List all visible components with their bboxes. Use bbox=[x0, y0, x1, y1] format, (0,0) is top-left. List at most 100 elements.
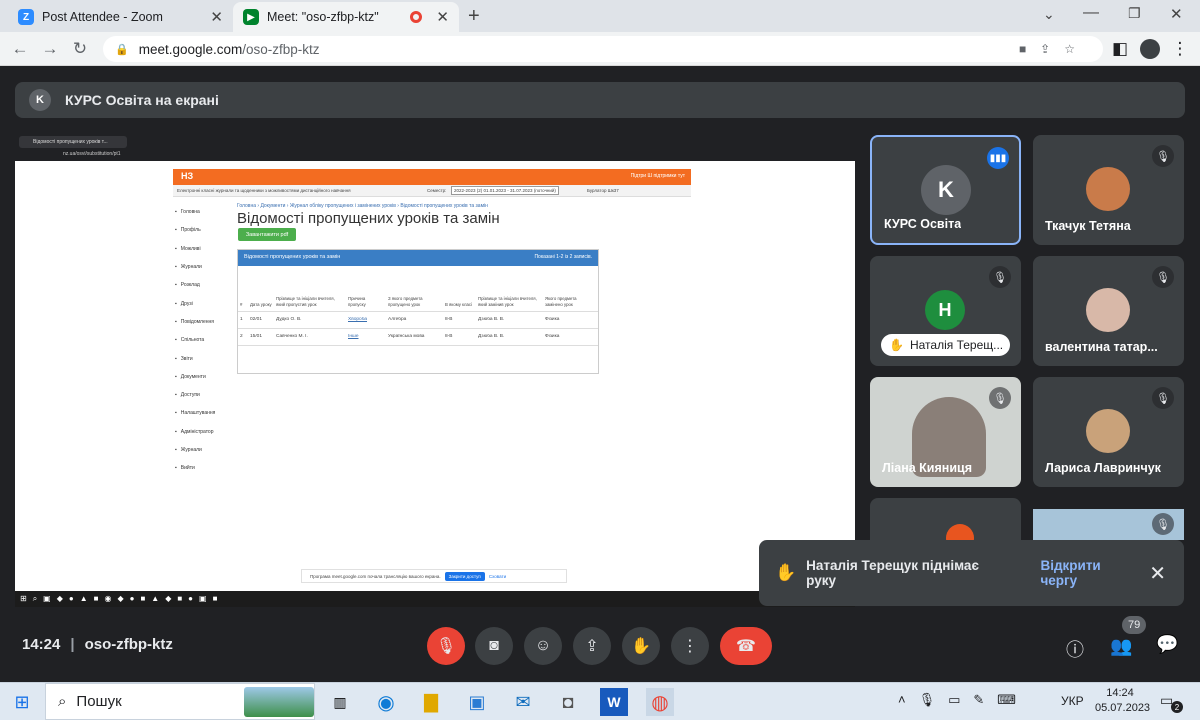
recording-icon bbox=[410, 11, 423, 23]
nz-sidebar-item: ▪ Звіти bbox=[175, 349, 233, 367]
word-icon[interactable]: W bbox=[600, 688, 628, 716]
back-icon[interactable]: ← bbox=[8, 37, 32, 61]
side-panel-icon[interactable]: ◧ bbox=[1108, 37, 1132, 61]
more-options-button[interactable]: ⋮ bbox=[671, 627, 709, 665]
semester-select: 2022-2023 (2) 01.01.2023 - 31.07.2023 (п… bbox=[451, 186, 559, 195]
nz-sidebar-item: ▪ Можливі bbox=[175, 240, 233, 258]
new-tab-icon[interactable]: + bbox=[468, 5, 480, 28]
meet-controls-bar: 14:24 | oso-zfbp-ktz 🎙 ◙ ☺ ⇪ ✋ ⋮ ☎ ⓘ 👥 7… bbox=[0, 616, 1200, 676]
close-icon[interactable]: ✕ bbox=[1149, 561, 1166, 586]
minimize-icon[interactable]: — bbox=[1083, 4, 1099, 22]
taskbar-search[interactable]: ⌕ Пошук bbox=[45, 683, 315, 720]
nz-column-header: Дата уроку bbox=[250, 302, 272, 307]
nz-column-header: Прізвище та ініціали вчителя, який пропу… bbox=[276, 296, 335, 307]
nz-sidebar-item: ▪ Налаштування bbox=[175, 404, 233, 422]
participant-tile[interactable]: K ▮▮▮ КУРС Освіта bbox=[870, 135, 1021, 245]
nz-table-cell: Інше bbox=[348, 334, 359, 339]
hand-icon: ✋ bbox=[889, 338, 904, 352]
address-bar[interactable]: 🔒 meet.google.com/oso-zfbp-ktz ■⇪☆ bbox=[103, 36, 1103, 62]
participant-name: КУРС Освіта bbox=[884, 217, 962, 231]
mic-off-icon: 🎙 bbox=[1152, 145, 1174, 167]
nz-menu-icon: ▪ bbox=[175, 318, 177, 325]
tab-search-icon[interactable]: ⌄ bbox=[1043, 6, 1055, 23]
present-icon: ⇪ bbox=[585, 638, 599, 655]
nz-sidebar-label: Адміністратор bbox=[180, 428, 214, 435]
raised-hand-badge: ✋ Наталія Терещ... bbox=[881, 334, 1010, 356]
participant-tile[interactable]: 🎙 bbox=[1033, 509, 1184, 540]
mail-icon[interactable]: ✉ bbox=[509, 688, 537, 716]
leave-call-button[interactable]: ☎ bbox=[720, 627, 772, 665]
nz-sidebar-item: ▪ Документи bbox=[175, 368, 233, 386]
nz-sidebar-item: ▪ Журнали bbox=[175, 441, 233, 459]
nz-menu-icon: ▪ bbox=[175, 465, 177, 472]
people-icon[interactable]: 👥 bbox=[1110, 636, 1132, 657]
window-close-icon[interactable]: ✕ bbox=[1170, 5, 1183, 23]
chat-icon[interactable]: 💬 bbox=[1156, 634, 1178, 655]
info-icon[interactable]: ⓘ bbox=[1066, 636, 1084, 662]
nz-table-cell: Алгебра bbox=[388, 317, 407, 322]
chrome-icon[interactable]: ◍ bbox=[646, 688, 674, 716]
task-view-icon[interactable]: ▥ bbox=[326, 688, 354, 716]
open-queue-link[interactable]: Відкрити чергу bbox=[1040, 558, 1139, 588]
nz-breadcrumb: Головна › Документи › Журнал обліку проп… bbox=[237, 203, 488, 209]
mic-off-icon: 🎙 bbox=[435, 638, 457, 655]
nz-panel-count: Показані 1-2 із 2 записів. bbox=[534, 254, 592, 260]
windows-start-icon[interactable]: ⊞ bbox=[8, 688, 36, 716]
raise-hand-button[interactable]: ✋ bbox=[622, 627, 660, 665]
present-button[interactable]: ⇪ bbox=[573, 627, 611, 665]
reactions-button[interactable]: ☺ bbox=[524, 627, 562, 665]
nz-menu-icon: ▪ bbox=[175, 209, 177, 216]
close-tab-icon[interactable]: ✕ bbox=[436, 8, 449, 26]
reload-icon[interactable]: ↻ bbox=[68, 37, 92, 61]
store-icon[interactable]: ▣ bbox=[463, 688, 491, 716]
close-tab-icon[interactable]: ✕ bbox=[210, 8, 223, 26]
more-vert-icon: ⋮ bbox=[682, 638, 698, 655]
tab-meet[interactable]: ▶ Meet: "oso-zfbp-ktz" ✕ bbox=[233, 2, 459, 32]
meeting-time: 14:24 bbox=[22, 636, 61, 653]
participant-tile[interactable]: 🎙 Ткачук Тетяна bbox=[1033, 135, 1184, 245]
participant-tile[interactable]: 🎙 Ліана Кияниця bbox=[870, 377, 1021, 487]
mic-off-button[interactable]: 🎙 bbox=[427, 627, 465, 665]
nz-menu-icon: ▪ bbox=[175, 428, 177, 435]
language-indicator[interactable]: УКР bbox=[1061, 694, 1084, 708]
zoom-icon: Z bbox=[18, 9, 34, 25]
file-explorer-icon[interactable]: ▇ bbox=[417, 688, 445, 716]
nz-menu-icon: ▪ bbox=[175, 227, 177, 234]
search-icon: ⌕ bbox=[58, 693, 67, 710]
remote-taskbar: ⊞⌕▣◆●▲■◉◆●■▲◆■●▣■ bbox=[15, 591, 855, 607]
nz-logo: НЗ bbox=[181, 171, 194, 181]
participant-tile[interactable]: 🎙 валентина татар... bbox=[1033, 256, 1184, 366]
nz-table-cell: Савченко М. І. bbox=[276, 334, 308, 339]
stop-sharing-button: Закрити доступ bbox=[444, 571, 485, 581]
tab-zoom[interactable]: Z Post Attendee - Zoom ✕ bbox=[8, 2, 233, 32]
nz-column-header: З якого предмета пропущено урок bbox=[388, 296, 423, 307]
edge-icon[interactable]: ◉ bbox=[372, 688, 400, 716]
nz-sidebar-label: Журнали bbox=[180, 264, 202, 271]
camera-button[interactable]: ◙ bbox=[475, 627, 513, 665]
participant-name: Лариса Лавринчук bbox=[1045, 461, 1161, 475]
participant-name: Наталія Терещ... bbox=[909, 338, 1004, 352]
nz-table-cell: 2 bbox=[240, 334, 243, 339]
menu-icon[interactable]: ⋮ bbox=[1168, 37, 1192, 61]
remote-tab: Відомості пропущених уроків т... bbox=[19, 136, 127, 148]
camera-app-icon[interactable]: ◘ bbox=[554, 688, 582, 716]
profile-icon[interactable] bbox=[1138, 37, 1162, 61]
nz-table-cell: Фізика bbox=[545, 317, 560, 322]
nz-table-row: 2 15/01 Савченко М. І. Інше Українська мова 8… bbox=[238, 329, 598, 346]
nz-table-cell: 02/01 bbox=[250, 317, 263, 322]
participant-tile[interactable]: Н 🎙 ✋ Наталія Терещ... bbox=[870, 256, 1021, 366]
forward-icon[interactable]: → bbox=[38, 37, 62, 61]
support-link: Підтри Ш підтримки тут bbox=[630, 173, 685, 179]
hang-up-icon: ☎ bbox=[736, 638, 756, 655]
nz-table-header: # Дата уроку Прізвище та ініціали вчителя,… bbox=[238, 278, 598, 312]
tab-title: Post Attendee - Zoom bbox=[42, 10, 163, 24]
camera-icon: ◙ bbox=[489, 637, 499, 654]
clock[interactable]: 14:24 05.07.2023 bbox=[1095, 686, 1150, 716]
nz-menu-icon: ▪ bbox=[175, 264, 177, 271]
system-tray-icons[interactable]: ˄🎙▭✎⌨ bbox=[898, 692, 1029, 708]
participant-tile[interactable] bbox=[870, 498, 1021, 540]
restore-icon[interactable]: ❐ bbox=[1128, 5, 1141, 22]
participant-tile[interactable]: 🎙 Лариса Лавринчук bbox=[1033, 377, 1184, 487]
download-pdf-button: Завантажити pdf bbox=[238, 228, 296, 241]
omnibox-actions-icons[interactable]: ■⇪☆ bbox=[1019, 42, 1089, 56]
